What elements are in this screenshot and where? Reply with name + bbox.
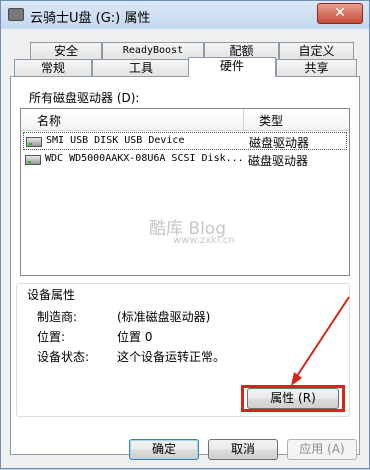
arrow-line — [294, 296, 350, 380]
annotation-arrow — [291, 296, 350, 386]
arrow-head — [291, 372, 302, 386]
properties-window: 云骑士U盘 (G:) 属性 ✕ 安全 ReadyBoost 配额 自定义 常规 … — [0, 0, 370, 469]
